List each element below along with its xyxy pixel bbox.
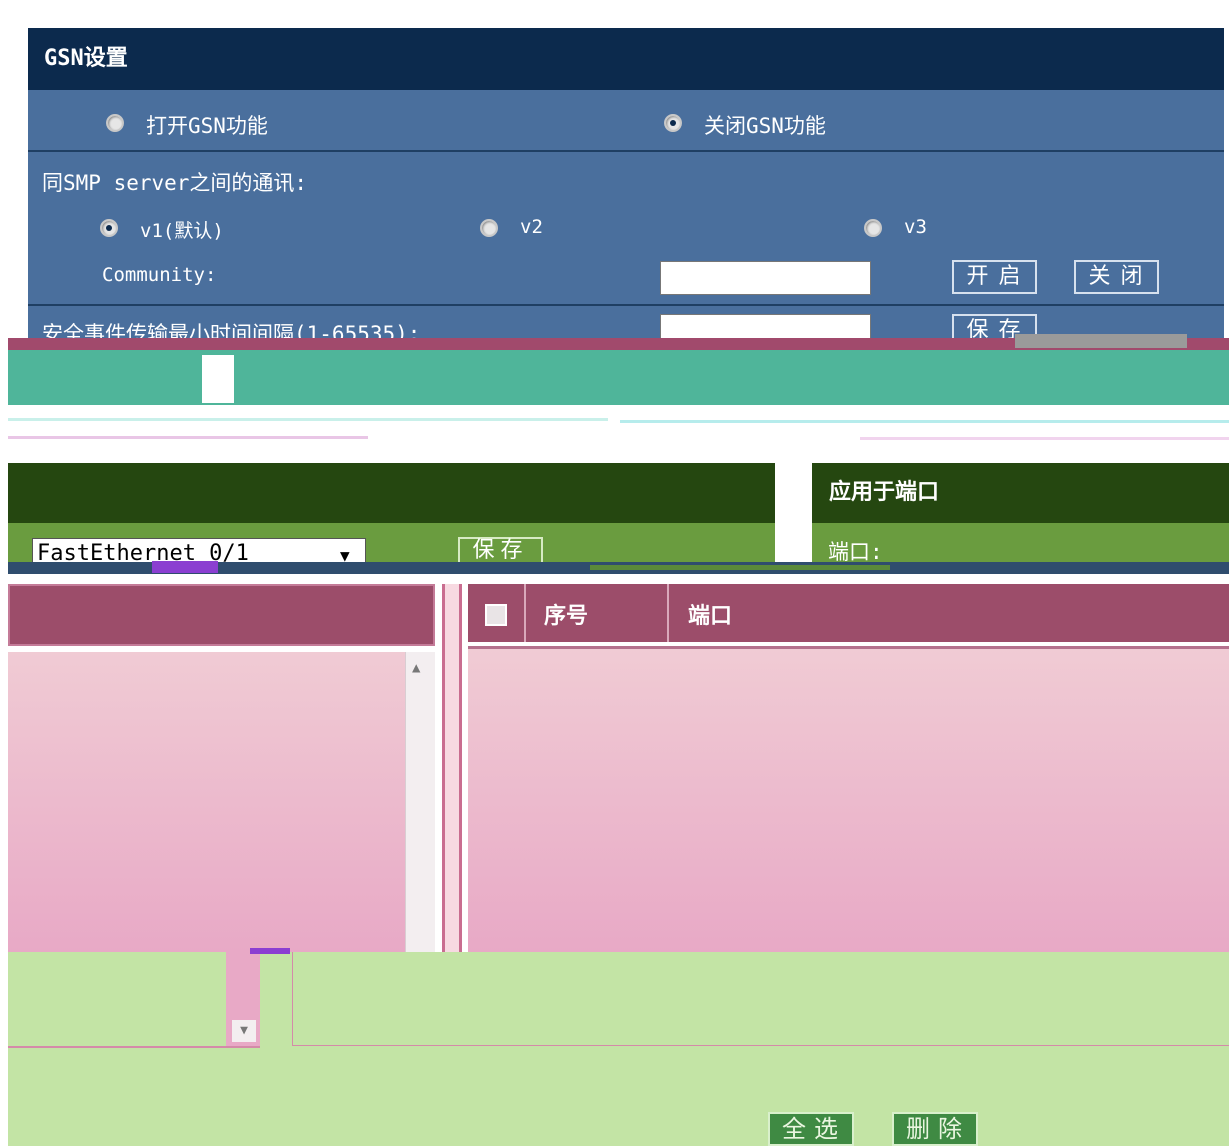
glitch-strip	[250, 948, 290, 954]
gsn-settings-panel: GSN设置 打开GSN功能 关闭GSN功能 同SMP server之间的通讯: …	[28, 28, 1224, 358]
gsn-panel-title: GSN设置	[28, 28, 1224, 90]
glitch-strip	[1015, 334, 1187, 348]
glitch-strip	[8, 436, 368, 439]
divider	[8, 1046, 260, 1048]
port-list	[8, 652, 405, 952]
select-all-checkbox[interactable]	[485, 604, 507, 626]
scroll-up-icon[interactable]: ▲	[412, 660, 420, 676]
gsn-enable-label: 打开GSN功能	[146, 114, 268, 138]
glitch-strip	[620, 420, 1229, 423]
scroll-down-icon[interactable]: ▼	[232, 1020, 256, 1042]
close-button[interactable]: 关闭	[1074, 260, 1159, 294]
port-config-header	[8, 463, 775, 523]
version-v1-label: v1(默认)	[140, 220, 224, 242]
version-v2-label: v2	[520, 216, 543, 238]
version-v2-radio[interactable]	[480, 219, 498, 237]
divider	[28, 150, 1224, 152]
delete-button[interactable]: 删除	[892, 1112, 978, 1146]
port-table-body	[468, 646, 1229, 952]
panel-divider	[442, 584, 462, 952]
gsn-enable-radio[interactable]	[106, 114, 124, 132]
gsn-disable-label: 关闭GSN功能	[704, 114, 826, 138]
version-v3-label: v3	[904, 216, 927, 238]
port-list-header	[8, 584, 435, 646]
glitch-strip	[202, 355, 234, 403]
glitch-strip	[8, 350, 1229, 405]
open-button[interactable]: 开启	[952, 260, 1037, 294]
community-label: Community:	[102, 264, 217, 286]
port-save-button[interactable]: 保存	[458, 537, 543, 565]
column-header-port: 端口	[688, 604, 733, 629]
divider	[28, 304, 1224, 306]
glitch-strip	[590, 565, 890, 570]
column-header-index: 序号	[544, 604, 589, 629]
community-input[interactable]	[660, 261, 871, 295]
apply-to-port-title: 应用于端口	[812, 463, 1229, 523]
column-separator	[667, 584, 669, 642]
smp-comm-label: 同SMP server之间的通讯:	[42, 171, 308, 195]
glitch-strip	[152, 561, 218, 573]
port-list-scrollbar[interactable]	[405, 652, 435, 952]
glitch-strip	[860, 437, 1229, 440]
column-separator	[524, 584, 526, 642]
glitch-strip	[8, 418, 608, 421]
footer-frame	[292, 952, 1229, 1046]
gsn-disable-radio[interactable]	[664, 114, 682, 132]
select-all-button[interactable]: 全选	[768, 1112, 854, 1146]
version-v3-radio[interactable]	[864, 219, 882, 237]
version-v1-radio[interactable]	[100, 219, 118, 237]
